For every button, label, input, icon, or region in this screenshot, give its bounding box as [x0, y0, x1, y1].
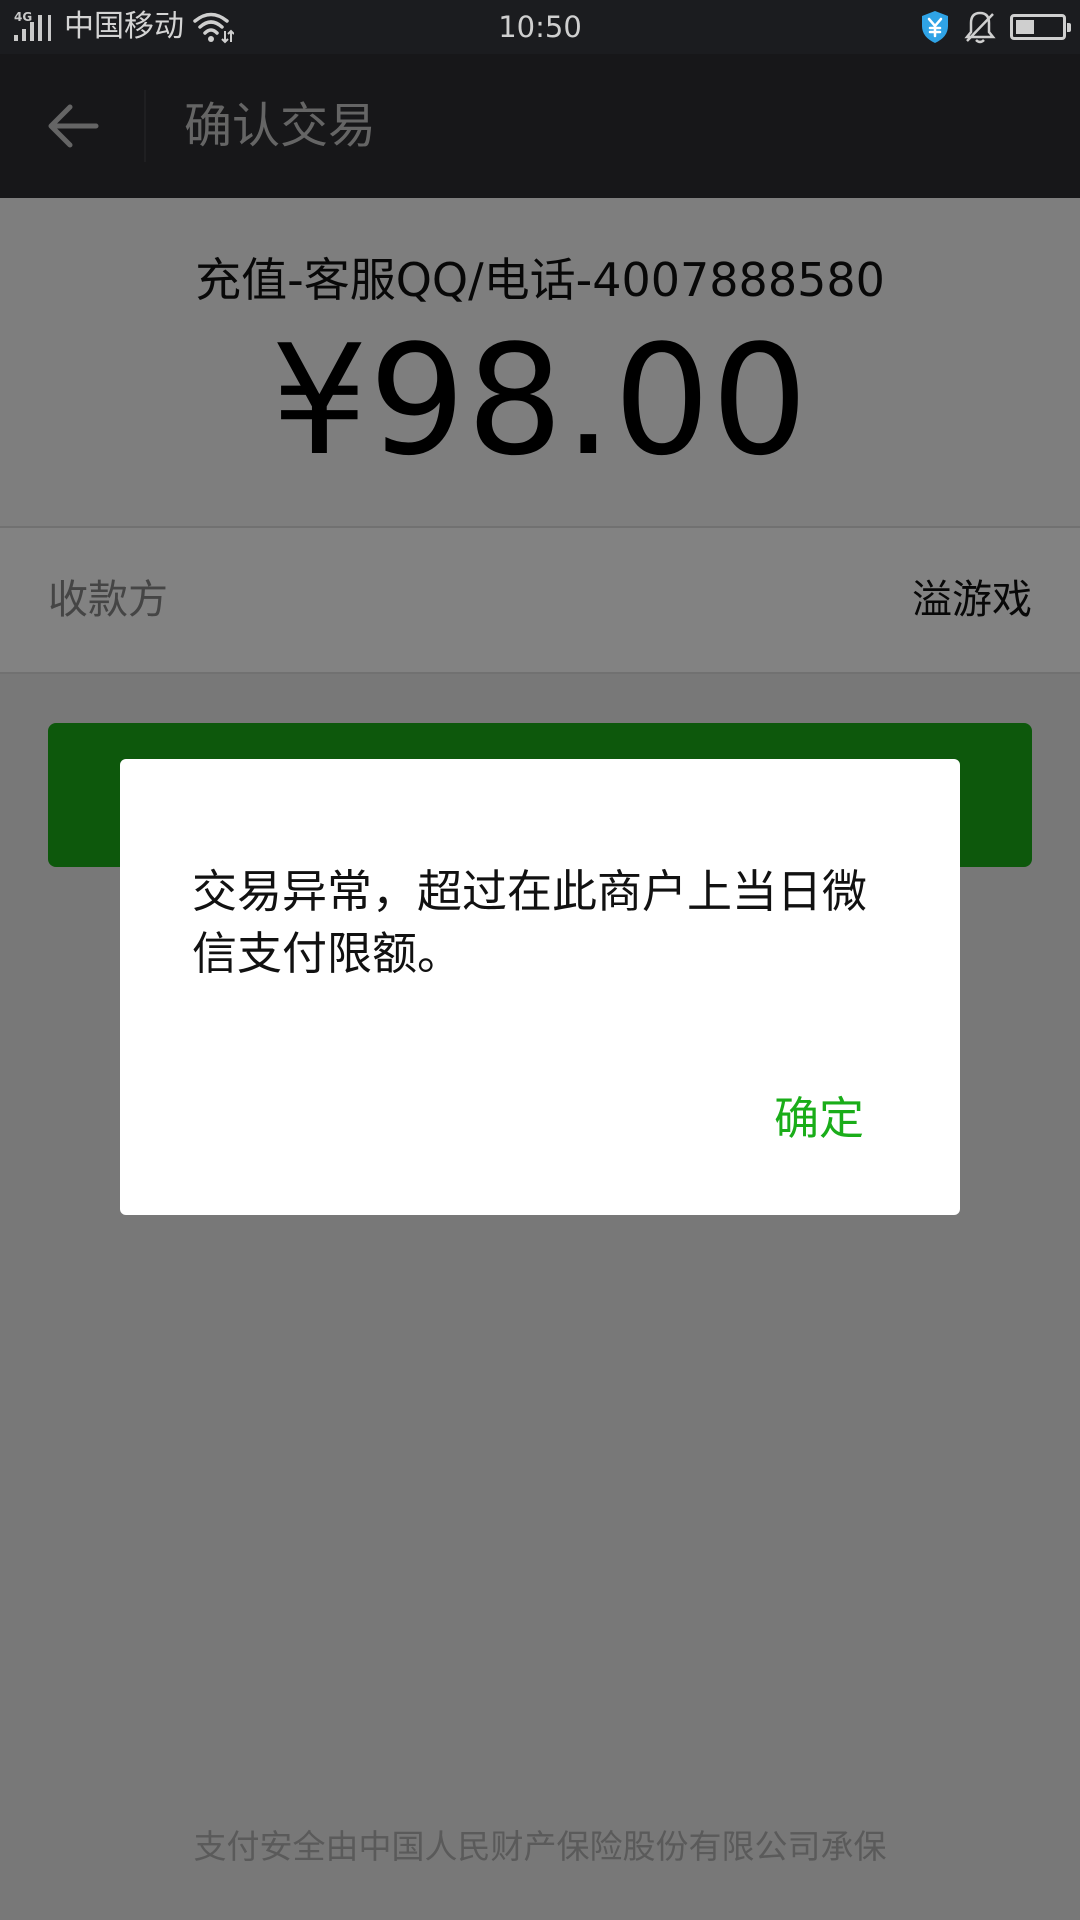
security-shield-icon — [922, 11, 948, 43]
error-dialog: 交易异常，超过在此商户上当日微信支付限额。 确定 — [120, 759, 960, 1215]
clock: 10:50 — [498, 10, 582, 44]
confirm-button[interactable]: 确定 — [774, 1089, 864, 1149]
battery-icon — [1010, 14, 1071, 40]
status-bar: 4G 中国移动 10:50 — [0, 0, 1080, 54]
bell-muted-icon — [964, 11, 996, 44]
dialog-message: 交易异常，超过在此商户上当日微信支付限额。 — [192, 865, 868, 980]
status-right — [920, 0, 1071, 54]
